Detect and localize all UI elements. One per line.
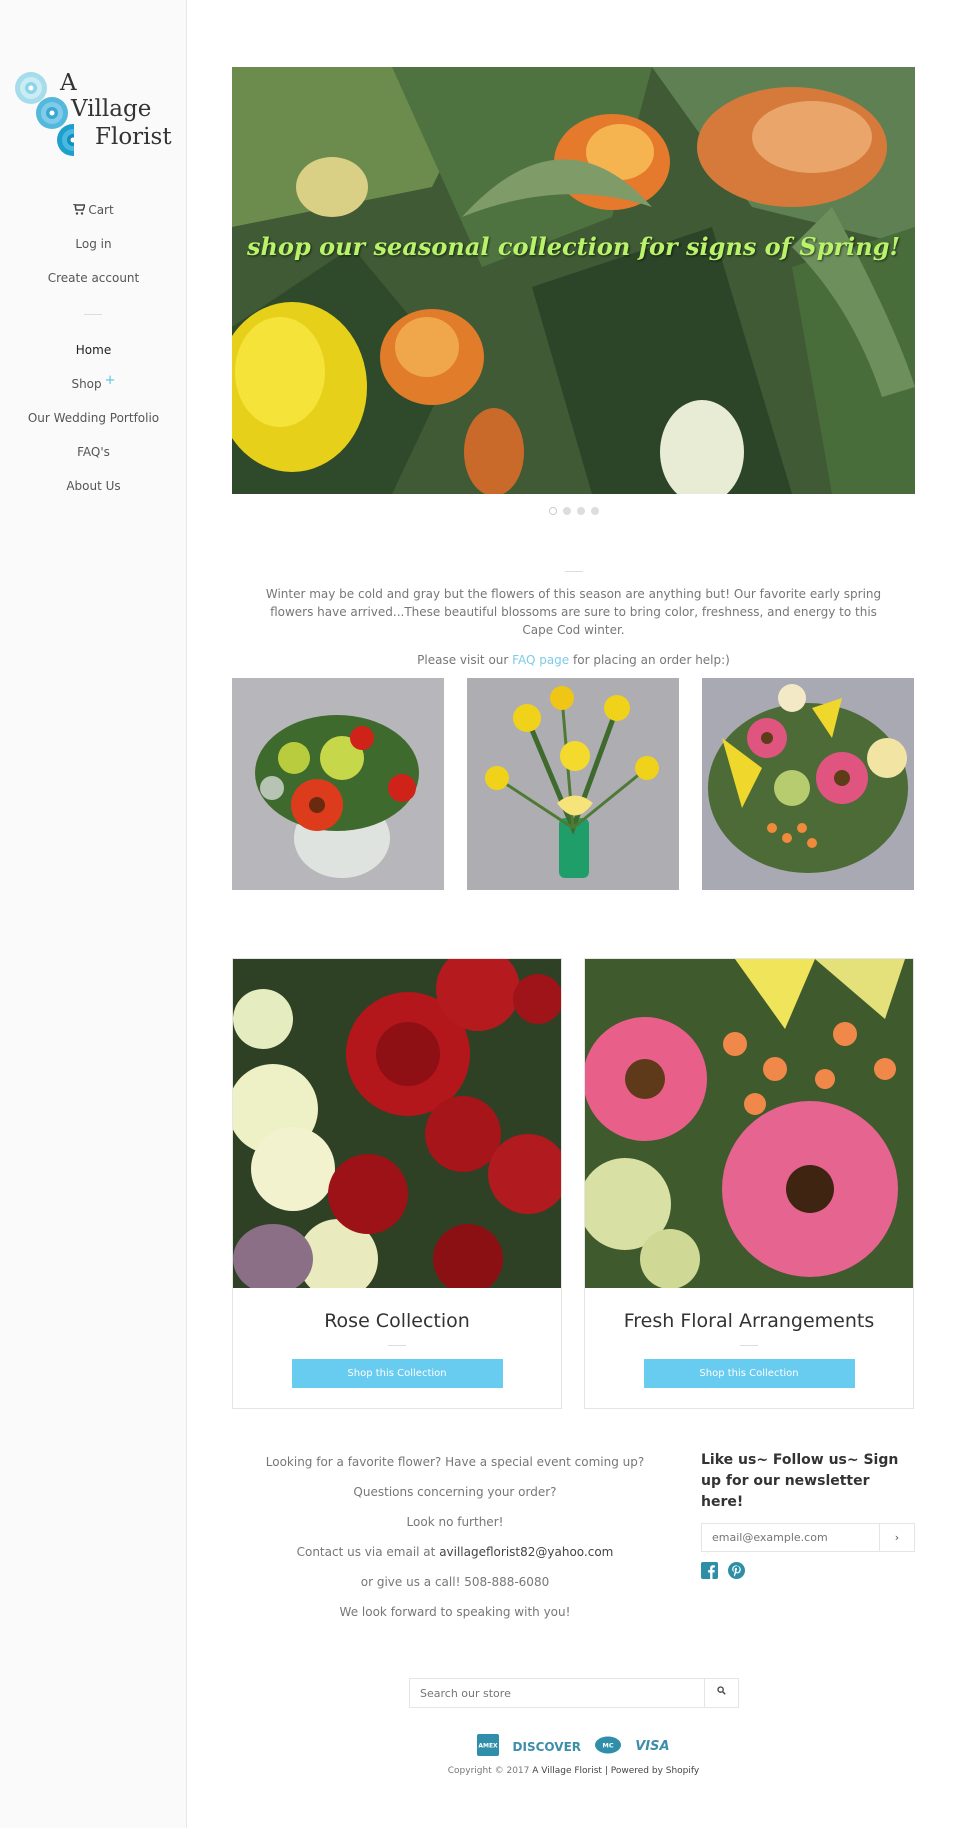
slide-dot-1[interactable] xyxy=(548,507,557,515)
collection-title-floral: Fresh Floral Arrangements xyxy=(623,1310,875,1332)
contact-line-6: We look forward to speaking with you! xyxy=(339,1605,571,1619)
cart-icon xyxy=(73,203,87,215)
cart-link[interactable]: Cart xyxy=(0,193,187,227)
powered-by-shopify-link[interactable]: | Powered by Shopify xyxy=(605,1766,699,1776)
shop-floral-button[interactable]: Shop this Collection xyxy=(643,1359,855,1388)
contact-line-2: Questions concerning your order? xyxy=(353,1485,557,1499)
nav-home[interactable]: Home xyxy=(0,333,187,367)
product-thumb-3[interactable] xyxy=(702,678,914,890)
mixed-bouquet-image xyxy=(702,678,914,890)
faq-sentence: Please visit our FAQ page for placing an… xyxy=(232,651,915,669)
rose-collection-image[interactable] xyxy=(233,959,561,1288)
nav-shop-label: Shop xyxy=(71,377,102,391)
faq-link[interactable]: FAQ page xyxy=(512,653,569,667)
contact-email[interactable]: avillageflorist82@yahoo.com xyxy=(439,1545,613,1559)
slide-dot-4[interactable] xyxy=(590,507,599,515)
visa-icon: VISA xyxy=(635,1739,670,1754)
discover-icon: DISCOVER xyxy=(512,1739,582,1754)
hero-slideshow[interactable]: shop our seasonal collection for signs o… xyxy=(232,67,915,494)
daffodil-image xyxy=(467,678,679,890)
logo-text-village: Village xyxy=(71,96,152,122)
faq-suffix: for placing an order help:) xyxy=(573,653,730,667)
phone-prefix: or give us a call! xyxy=(360,1575,461,1589)
product-thumb-2[interactable] xyxy=(467,678,679,890)
collection-card-roses: Rose Collection Shop this Collection xyxy=(232,958,562,1409)
cart-label: Cart xyxy=(88,203,114,217)
nav-wedding-portfolio[interactable]: Our Wedding Portfolio xyxy=(0,401,187,435)
contact-email-line: Contact us via email at avillageflorist8… xyxy=(232,1540,678,1570)
sidebar-divider xyxy=(84,314,102,315)
collection-card-floral: Fresh Floral Arrangements Shop this Coll… xyxy=(584,958,914,1409)
nav-faq[interactable]: FAQ's xyxy=(0,435,187,469)
shop-roses-button[interactable]: Shop this Collection xyxy=(291,1359,503,1388)
intro-paragraph: Winter may be cold and gray but the flow… xyxy=(265,587,882,637)
copyright: Copyright © 2017 A Village Florist | Pow… xyxy=(232,1766,915,1776)
floral-arrangement-image xyxy=(585,959,913,1288)
contact-phone-line: or give us a call! 508-888-6080 xyxy=(232,1570,678,1600)
facebook-icon[interactable] xyxy=(701,1562,718,1579)
hero-tulip-image xyxy=(232,67,915,494)
main-nav: Home Shop + Our Wedding Portfolio FAQ's A… xyxy=(0,333,187,503)
expand-plus-icon[interactable]: + xyxy=(105,373,116,388)
search-icon xyxy=(717,1686,726,1695)
slide-dot-2[interactable] xyxy=(562,507,571,515)
newsletter-heading: Like us~ Follow us~ Sign up for our news… xyxy=(701,1452,899,1510)
hero-caption: shop our seasonal collection for signs o… xyxy=(246,232,901,261)
roses-image xyxy=(233,959,561,1288)
slide-dot-3[interactable] xyxy=(576,507,585,515)
mastercard-icon: MC xyxy=(594,1736,622,1757)
contact-phone[interactable]: 508-888-6080 xyxy=(464,1575,549,1589)
account-nav: Cart Log in Create account xyxy=(0,193,187,295)
collection-title-roses: Rose Collection xyxy=(324,1310,470,1332)
contact-line-1: Looking for a favorite flower? Have a sp… xyxy=(265,1455,645,1469)
contact-line-3: Look no further! xyxy=(406,1515,504,1529)
product-thumb-1[interactable] xyxy=(232,678,444,890)
logo-text-florist: Florist xyxy=(95,124,172,150)
pinterest-icon[interactable] xyxy=(728,1562,745,1579)
nav-about-us[interactable]: About Us xyxy=(0,469,187,503)
collection-divider xyxy=(740,1345,758,1346)
svg-text:MC: MC xyxy=(603,1742,614,1750)
floral-collection-image[interactable] xyxy=(585,959,913,1288)
amex-icon: AMEX xyxy=(477,1734,500,1759)
contact-info: Looking for a favorite flower? Have a sp… xyxy=(232,1450,678,1630)
store-logo[interactable]: A Village Florist xyxy=(14,68,174,160)
create-account-link[interactable]: Create account xyxy=(0,261,187,295)
store-name-link[interactable]: A Village Florist xyxy=(532,1766,602,1776)
logo-text-a: A xyxy=(60,70,77,96)
newsletter-form: › xyxy=(701,1523,915,1552)
email-prefix: Contact us via email at xyxy=(296,1545,436,1559)
intro-divider xyxy=(565,571,583,572)
newsletter-email-input[interactable] xyxy=(702,1524,879,1551)
search-button[interactable] xyxy=(704,1679,738,1707)
copyright-text: Copyright © 2017 xyxy=(447,1766,530,1776)
featured-products xyxy=(232,678,915,890)
payment-icons: AMEX DISCOVER MC VISA xyxy=(232,1734,915,1759)
search-input[interactable] xyxy=(410,1679,704,1707)
newsletter: Like us~ Follow us~ Sign up for our news… xyxy=(701,1450,915,1579)
slideshow-dots xyxy=(232,500,915,519)
svg-text:AMEX: AMEX xyxy=(479,1743,499,1750)
bouquet-image xyxy=(232,678,444,890)
newsletter-submit-button[interactable]: › xyxy=(879,1524,914,1551)
collection-divider xyxy=(388,1345,406,1346)
faq-prefix: Please visit our xyxy=(417,653,509,667)
nav-shop[interactable]: Shop + xyxy=(0,367,187,401)
social-links xyxy=(701,1562,915,1579)
footer-search xyxy=(409,1678,739,1708)
login-link[interactable]: Log in xyxy=(0,227,187,261)
intro-text: Winter may be cold and gray but the flow… xyxy=(232,585,915,681)
sidebar: A Village Florist Cart Log in Create acc… xyxy=(0,0,187,1828)
